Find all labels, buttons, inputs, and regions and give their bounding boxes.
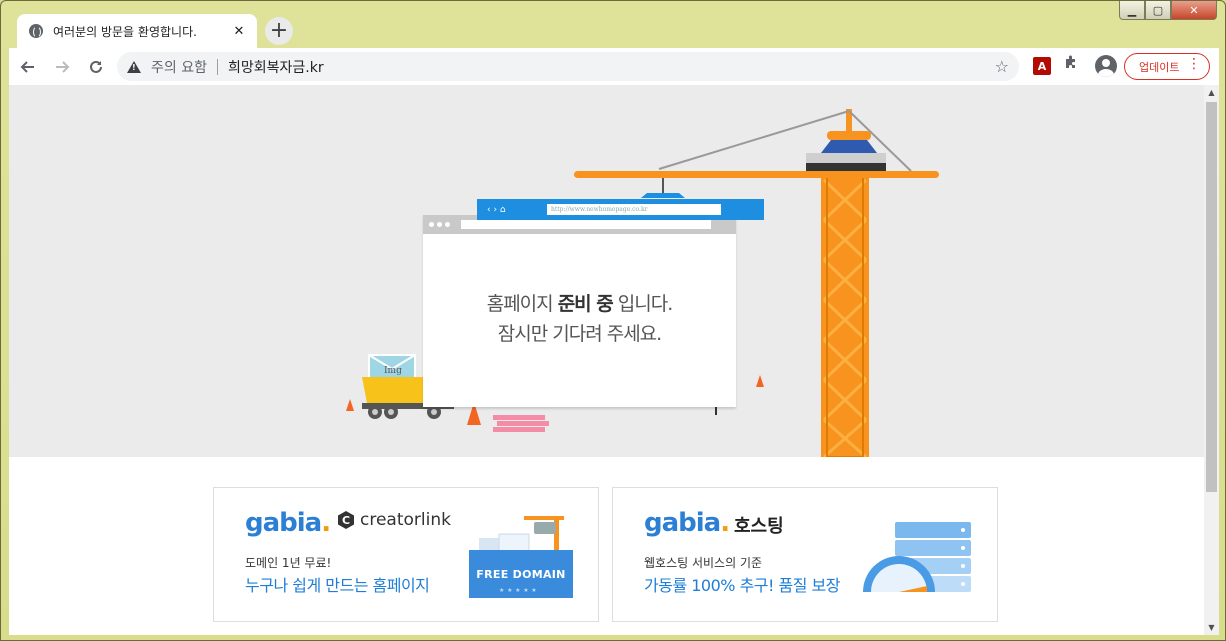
scroll-down-arrow-icon[interactable]: ▼ <box>1204 620 1219 635</box>
browser-window: ▁ ▢ ✕ 여러분의 방문을 환영합니다. ✕ + 주의 요함 희망회복자금.k… <box>0 0 1226 641</box>
window-close-button[interactable]: ✕ <box>1171 1 1217 20</box>
arrow-right-icon <box>56 60 70 73</box>
ad-headline: 누구나 쉽게 만드는 홈페이지 <box>245 576 430 595</box>
minimize-button[interactable]: ▁ <box>1119 1 1145 20</box>
omnibox-divider <box>216 58 218 75</box>
url-text[interactable]: 희망회복자금.kr <box>228 57 324 77</box>
img-label: Img <box>384 366 402 376</box>
hosting-title: 호스팅 <box>734 516 784 537</box>
construction-hero: ! Img <box>9 85 1204 457</box>
bookmark-star-icon[interactable]: ☆ <box>995 57 1009 76</box>
ad-subtext: 웹호스팅 서비스의 기준 <box>644 556 763 570</box>
creatorlink-ad[interactable]: gabia. C creatorlink 도메인 1년 무료! 누구나 쉽게 만… <box>213 487 599 622</box>
security-label[interactable]: 주의 요함 <box>151 57 207 77</box>
construction-message-line1: 홈페이지 준비 중 입니다. <box>486 293 674 315</box>
globe-icon <box>29 24 43 38</box>
mock-nav-icons: ‹ › ⌂ <box>487 204 506 215</box>
reload-icon <box>90 60 102 73</box>
gabia-logo: gabia. <box>644 508 730 538</box>
tab-title: 여러분의 방문을 환영합니다. <box>53 24 197 39</box>
server-gauge-illustration <box>863 522 971 592</box>
crane-counterweight <box>806 153 886 163</box>
forward-button[interactable] <box>47 52 77 82</box>
address-bar[interactable]: 주의 요함 희망회복자금.kr ☆ <box>117 52 1019 81</box>
hosting-ad[interactable]: gabia. 호스팅 웹호스팅 서비스의 기준 가동률 100% 추구! 품질 … <box>612 487 998 622</box>
arrow-left-icon <box>20 60 34 73</box>
creatorlink-logo: C creatorlink <box>338 510 451 530</box>
extensions-puzzle-icon[interactable] <box>1063 54 1079 75</box>
update-button[interactable]: 업데이트 ⋮ <box>1124 53 1210 80</box>
page-content: ! Img <box>9 85 1204 635</box>
mock-url: http://www.newhomepage.co.kr <box>547 204 721 215</box>
vertical-scrollbar[interactable]: ▲ ▼ <box>1204 85 1219 635</box>
warning-icon[interactable] <box>127 60 141 73</box>
toolbar: 주의 요함 희망회복자금.kr ☆ A 업데이트 ⋮ <box>9 48 1219 85</box>
new-tab-button[interactable]: + <box>265 17 293 45</box>
ad-subtext: 도메인 1년 무료! <box>245 556 332 570</box>
ad-headline: 가동률 100% 추구! 품질 보장 <box>644 576 840 595</box>
mock-search-bar <box>461 220 711 229</box>
reload-button[interactable] <box>81 52 111 82</box>
creatorlink-icon: C <box>338 511 354 529</box>
gabia-logo: gabia. <box>245 508 331 538</box>
construction-message-line2: 잠시만 기다려 주세요. <box>497 323 662 345</box>
crane-tower <box>821 174 869 457</box>
free-domain-badge: FREE DOMAIN ★ ★ ★ ★ ★ <box>469 550 573 598</box>
menu-dots-icon[interactable]: ⋮ <box>1187 57 1201 71</box>
placeholder-browser-frame: 홈페이지 준비 중 입니다. 잠시만 기다려 주세요. <box>423 215 736 407</box>
update-label: 업데이트 <box>1139 60 1180 74</box>
profile-avatar-icon[interactable] <box>1095 55 1117 77</box>
crane-jib <box>574 171 939 178</box>
maximize-button[interactable]: ▢ <box>1145 1 1171 20</box>
scroll-thumb[interactable] <box>1206 102 1217 492</box>
pdf-extension-icon[interactable]: A <box>1033 57 1051 75</box>
mock-url-bar: ‹ › ⌂ http://www.newhomepage.co.kr <box>477 199 764 220</box>
scroll-up-arrow-icon[interactable]: ▲ <box>1204 85 1219 100</box>
back-button[interactable] <box>13 52 43 82</box>
window-controls: ▁ ▢ ✕ <box>1119 1 1217 20</box>
tab-close-icon[interactable]: ✕ <box>231 24 247 39</box>
active-tab[interactable]: 여러분의 방문을 환영합니다. ✕ <box>17 14 257 48</box>
